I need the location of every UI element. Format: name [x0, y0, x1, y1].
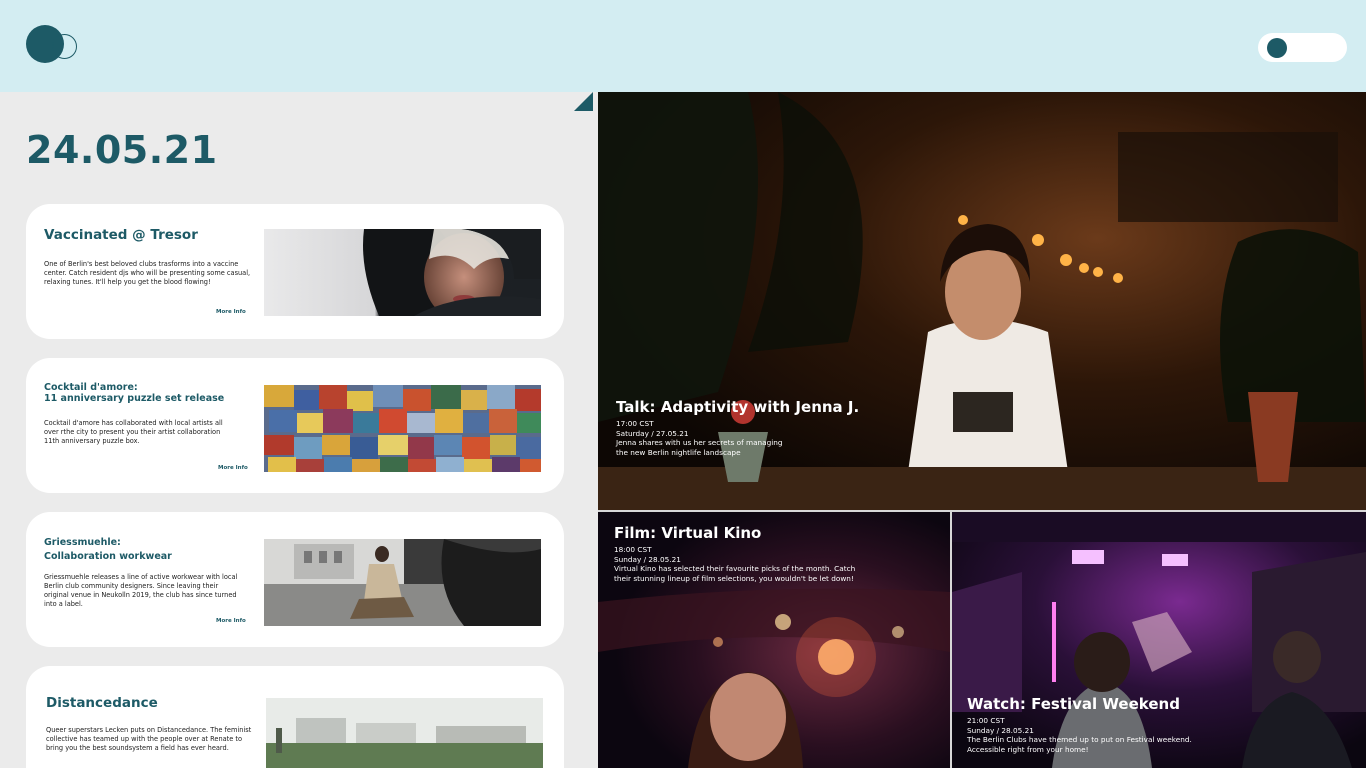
toggle-knob: [1267, 38, 1287, 58]
feature-title: Film: Virtual Kino: [614, 524, 762, 542]
event-image-workwear: [264, 539, 541, 626]
top-bar: [0, 0, 1366, 92]
feature-watch-festival-weekend[interactable]: Watch: Festival Weekend 21:00 CST Sunday…: [952, 512, 1366, 768]
event-title-line1: Cocktail d'amore:: [44, 382, 138, 393]
event-image-puzzle: [264, 385, 541, 472]
theme-toggle-icon[interactable]: [1258, 33, 1347, 62]
feature-day: Sunday / 28.05.21: [967, 725, 1034, 735]
page-date: 24.05.21: [26, 128, 218, 172]
event-title-line2: 11 anniversary puzzle set release: [44, 393, 225, 404]
event-title: Vaccinated @ Tresor: [44, 227, 198, 243]
feature-meta: 18:00 CST Sunday / 28.05.21 Virtual Kino…: [614, 545, 855, 583]
feature-time: 21:00 CST: [967, 716, 1005, 725]
event-card-cocktail-damore[interactable]: Cocktail d'amore: 11 anniversary puzzle …: [26, 358, 564, 493]
logo-outline-circle: [52, 34, 77, 59]
feature-talk-jenna[interactable]: Talk: Adaptivity with Jenna J. 17:00 CST…: [598, 92, 1366, 510]
event-description: Queer superstars Lecken puts on Distance…: [46, 726, 252, 752]
feature-description-line1: The Berlin Clubs have themed up to put o…: [967, 735, 1192, 744]
feature-description-line1: Jenna shares with us her secrets of mana…: [616, 438, 783, 447]
feature-description-line2: their stunning lineup of film selections…: [614, 573, 854, 583]
event-description: One of Berlin's best beloved clubs trasf…: [44, 260, 251, 286]
event-title-line1: Griessmuehle:: [44, 537, 121, 548]
event-image-portrait: [264, 229, 541, 316]
more-info-link[interactable]: More Info: [218, 465, 248, 471]
feature-day: Saturday / 27.05.21: [616, 428, 689, 438]
feature-description-line1: Virtual Kino has selected their favourit…: [614, 564, 856, 573]
corner-triangle-icon: [574, 92, 593, 111]
event-description: Cocktail d'amore has collaborated with l…: [44, 419, 223, 445]
feature-title: Talk: Adaptivity with Jenna J.: [616, 398, 860, 416]
event-title: Cocktail d'amore: 11 anniversary puzzle …: [44, 382, 224, 404]
event-title-line2: Collaboration workwear: [44, 551, 172, 562]
event-card-distancedance[interactable]: Distancedance Queer superstars Lecken pu…: [26, 666, 564, 768]
event-image-field: [266, 698, 543, 768]
feature-meta: 17:00 CST Saturday / 27.05.21 Jenna shar…: [616, 419, 783, 457]
feature-day: Sunday / 28.05.21: [614, 554, 681, 564]
event-card-griessmuehle[interactable]: Griessmuehle: Collaboration workwear Gri…: [26, 512, 564, 647]
event-title: Griessmuehle: Collaboration workwear: [44, 536, 172, 564]
two-circles-logo-icon[interactable]: [26, 25, 80, 65]
event-description: Griessmuehle releases a line of active w…: [44, 573, 238, 608]
feature-description-line2: the new Berlin nightlife landscape: [616, 447, 741, 457]
feature-time: 18:00 CST: [614, 545, 652, 554]
feature-meta: 21:00 CST Sunday / 28.05.21 The Berlin C…: [967, 716, 1192, 754]
feature-film-virtual-kino[interactable]: Film: Virtual Kino 18:00 CST Sunday / 28…: [598, 512, 950, 768]
feature-title: Watch: Festival Weekend: [967, 695, 1180, 713]
event-card-tresor[interactable]: Vaccinated @ Tresor One of Berlin's best…: [26, 204, 564, 339]
feature-time: 17:00 CST: [616, 419, 654, 428]
event-title: Distancedance: [46, 695, 158, 711]
feature-description-line2: Accessible right from your home!: [967, 744, 1089, 754]
more-info-link[interactable]: More Info: [216, 309, 246, 315]
more-info-link[interactable]: More Info: [216, 618, 246, 624]
